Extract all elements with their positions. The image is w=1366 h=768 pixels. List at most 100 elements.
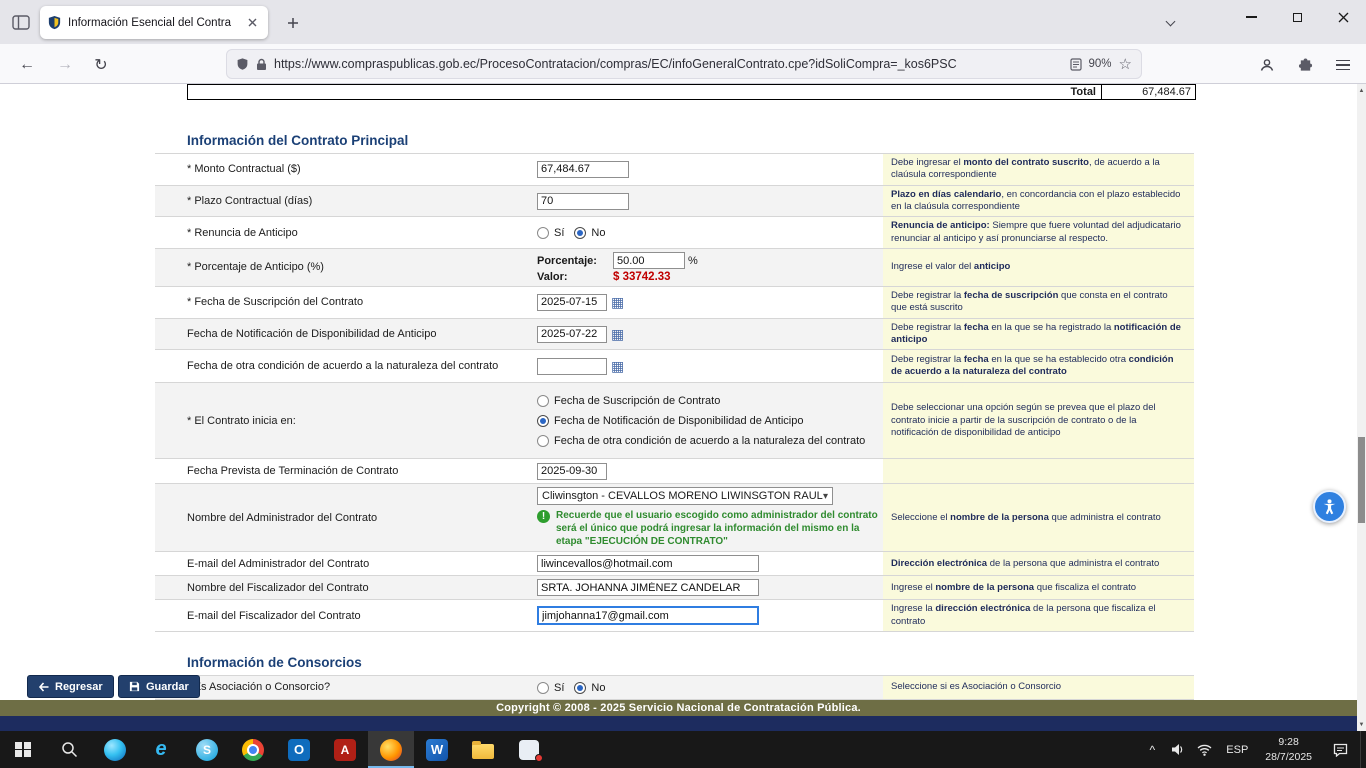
menu-icon[interactable] bbox=[1330, 52, 1356, 78]
inicia-radio-0[interactable] bbox=[537, 395, 549, 407]
consorcio-radio-no[interactable] bbox=[574, 682, 586, 694]
help-plazo: Plazo en días calendario, en concordanci… bbox=[883, 186, 1194, 217]
taskbar-search-button[interactable] bbox=[46, 731, 92, 768]
new-tab-button[interactable] bbox=[282, 12, 304, 34]
porcentaje-input[interactable] bbox=[613, 252, 685, 269]
calendar-icon[interactable]: ▦ bbox=[611, 359, 624, 373]
summary-total-table: Total 67,484.67 bbox=[187, 84, 1196, 100]
regresar-button[interactable]: Regresar bbox=[27, 675, 114, 698]
tab-title: Información Esencial del Contra bbox=[68, 17, 238, 29]
browser-navbar: ← → ↻ https://www.compraspublicas.gob.ec… bbox=[0, 44, 1366, 84]
reload-icon[interactable]: ↻ bbox=[88, 52, 114, 78]
row-administrador: Nombre del Administrador del Contrato Cl… bbox=[155, 483, 1194, 551]
help-fecha-notificacion: Debe registrar la fecha en la que se ha … bbox=[883, 319, 1194, 350]
row-fecha-terminacion: Fecha Prevista de Terminación de Contrat… bbox=[155, 458, 1194, 483]
email-administrador-input[interactable] bbox=[537, 555, 759, 572]
contract-form: Información del Contrato Principal * Mon… bbox=[155, 128, 1194, 700]
window-minimize-button[interactable] bbox=[1228, 0, 1274, 34]
help-email-fiscalizador: Ingrese la dirección electrónica de la p… bbox=[883, 600, 1194, 631]
hidden-icons-chevron[interactable]: ^ bbox=[1139, 731, 1165, 768]
zoom-level[interactable]: 90% bbox=[1089, 58, 1112, 70]
administrador-select[interactable]: Cliwinsgton - CEVALLOS MORENO LIWINSGTON… bbox=[537, 487, 833, 505]
taskbar-firefox-icon-active[interactable] bbox=[368, 731, 414, 768]
account-icon[interactable] bbox=[1254, 52, 1280, 78]
help-consorcio: Seleccione si es Asociación o Consorcio bbox=[883, 676, 1194, 699]
section-title-contrato-principal: Información del Contrato Principal bbox=[155, 128, 1194, 153]
taskbar-clock[interactable]: 9:28 28/7/2025 bbox=[1257, 735, 1320, 763]
tab-list-chevron-icon[interactable] bbox=[1160, 15, 1180, 31]
info-icon: ! bbox=[537, 510, 550, 523]
taskbar-chrome-icon[interactable] bbox=[230, 731, 276, 768]
show-desktop-button[interactable] bbox=[1360, 731, 1366, 768]
taskbar-outlook-icon[interactable]: O bbox=[276, 731, 322, 768]
row-email-fiscalizador: E-mail del Fiscalizador del Contrato Ing… bbox=[155, 599, 1194, 632]
administrador-selected-value: Cliwinsgton - CEVALLOS MORENO LIWINSGTON… bbox=[542, 490, 823, 502]
footer-copyright: Copyright © 2008 - 2025 Servicio Naciona… bbox=[0, 700, 1357, 716]
scrollbar-up-icon[interactable]: ▲ bbox=[1357, 84, 1366, 97]
row-fiscalizador: Nombre del Fiscalizador del Contrato Ing… bbox=[155, 575, 1194, 599]
renuncia-label-si: Sí bbox=[554, 227, 564, 239]
total-label: Total bbox=[188, 85, 1102, 99]
volume-icon[interactable] bbox=[1165, 731, 1191, 768]
page-scrollbar[interactable]: ▲ ▼ bbox=[1357, 84, 1366, 731]
back-icon[interactable]: ← bbox=[14, 52, 40, 78]
inicia-radio-1[interactable] bbox=[537, 415, 549, 427]
porcentaje-sublabel: Porcentaje: bbox=[537, 255, 610, 267]
forward-icon[interactable]: → bbox=[52, 52, 78, 78]
renuncia-radio-si[interactable] bbox=[537, 227, 549, 239]
taskbar-edge-icon[interactable] bbox=[92, 731, 138, 768]
notification-badge bbox=[535, 754, 543, 762]
window-maximize-button[interactable] bbox=[1274, 0, 1320, 34]
guardar-button[interactable]: Guardar bbox=[118, 675, 200, 698]
start-button[interactable] bbox=[0, 731, 46, 768]
language-indicator[interactable]: ESP bbox=[1217, 744, 1257, 756]
label-fecha-notificacion: Fecha de Notificación de Disponibilidad … bbox=[155, 319, 535, 350]
help-email-administrador: Dirección electrónica de la persona que … bbox=[883, 552, 1194, 575]
fecha-terminacion-input[interactable] bbox=[537, 463, 607, 480]
network-wifi-icon[interactable] bbox=[1191, 731, 1217, 768]
fiscalizador-input[interactable] bbox=[537, 579, 759, 596]
bookmark-star-icon[interactable]: ☆ bbox=[1119, 57, 1132, 72]
row-porcentaje-anticipo: * Porcentaje de Anticipo (%) Porcentaje:… bbox=[155, 248, 1194, 286]
row-email-administrador: E-mail del Administrador del Contrato Di… bbox=[155, 551, 1194, 575]
extensions-icon[interactable] bbox=[1292, 52, 1318, 78]
firefox-view-icon[interactable] bbox=[8, 11, 34, 33]
administrador-note-text: Recuerde que el usuario escogido como ad… bbox=[556, 509, 878, 548]
label-contrato-inicia: * El Contrato inicia en: bbox=[155, 383, 535, 458]
row-contrato-inicia: * El Contrato inicia en: Fecha de Suscri… bbox=[155, 382, 1194, 458]
calendar-icon[interactable]: ▦ bbox=[611, 295, 624, 309]
browser-tab[interactable]: Información Esencial del Contra bbox=[40, 6, 268, 39]
calendar-icon[interactable]: ▦ bbox=[611, 327, 624, 341]
email-fiscalizador-input[interactable] bbox=[537, 606, 759, 625]
taskbar-skype-icon[interactable]: S bbox=[184, 731, 230, 768]
taskbar-word-icon[interactable]: W bbox=[414, 731, 460, 768]
fecha-suscripcion-input[interactable] bbox=[537, 294, 607, 311]
label-administrador: Nombre del Administrador del Contrato bbox=[155, 484, 535, 551]
tab-close-icon[interactable] bbox=[244, 14, 261, 31]
fecha-notificacion-input[interactable] bbox=[537, 326, 607, 343]
valor-sublabel: Valor: bbox=[537, 271, 610, 283]
url-text: https://www.compraspublicas.gob.ec/Proce… bbox=[274, 57, 1063, 71]
taskbar-acrobat-icon[interactable]: A bbox=[322, 731, 368, 768]
fecha-otra-input[interactable] bbox=[537, 358, 607, 375]
consorcio-radio-si[interactable] bbox=[537, 682, 549, 694]
clock-time: 9:28 bbox=[1265, 735, 1312, 749]
url-bar[interactable]: https://www.compraspublicas.gob.ec/Proce… bbox=[226, 49, 1142, 79]
monto-input[interactable] bbox=[537, 161, 629, 178]
lock-icon[interactable] bbox=[256, 58, 267, 71]
action-center-icon[interactable] bbox=[1320, 731, 1360, 768]
scrollbar-down-icon[interactable]: ▼ bbox=[1357, 718, 1366, 731]
reader-mode-icon[interactable] bbox=[1070, 58, 1082, 71]
taskbar-chat-app-icon[interactable] bbox=[506, 731, 552, 768]
taskbar-internet-explorer-icon[interactable]: e bbox=[138, 731, 184, 768]
shield-icon[interactable] bbox=[236, 57, 249, 71]
scrollbar-thumb[interactable] bbox=[1358, 437, 1365, 523]
inicia-radio-2[interactable] bbox=[537, 435, 549, 447]
plazo-input[interactable] bbox=[537, 193, 629, 210]
renuncia-radio-no[interactable] bbox=[574, 227, 586, 239]
window-close-button[interactable] bbox=[1320, 0, 1366, 34]
row-fecha-notificacion: Fecha de Notificación de Disponibilidad … bbox=[155, 318, 1194, 350]
taskbar-file-explorer-icon[interactable] bbox=[460, 731, 506, 768]
footer-bar bbox=[0, 716, 1357, 731]
accessibility-widget-button[interactable] bbox=[1313, 490, 1346, 523]
